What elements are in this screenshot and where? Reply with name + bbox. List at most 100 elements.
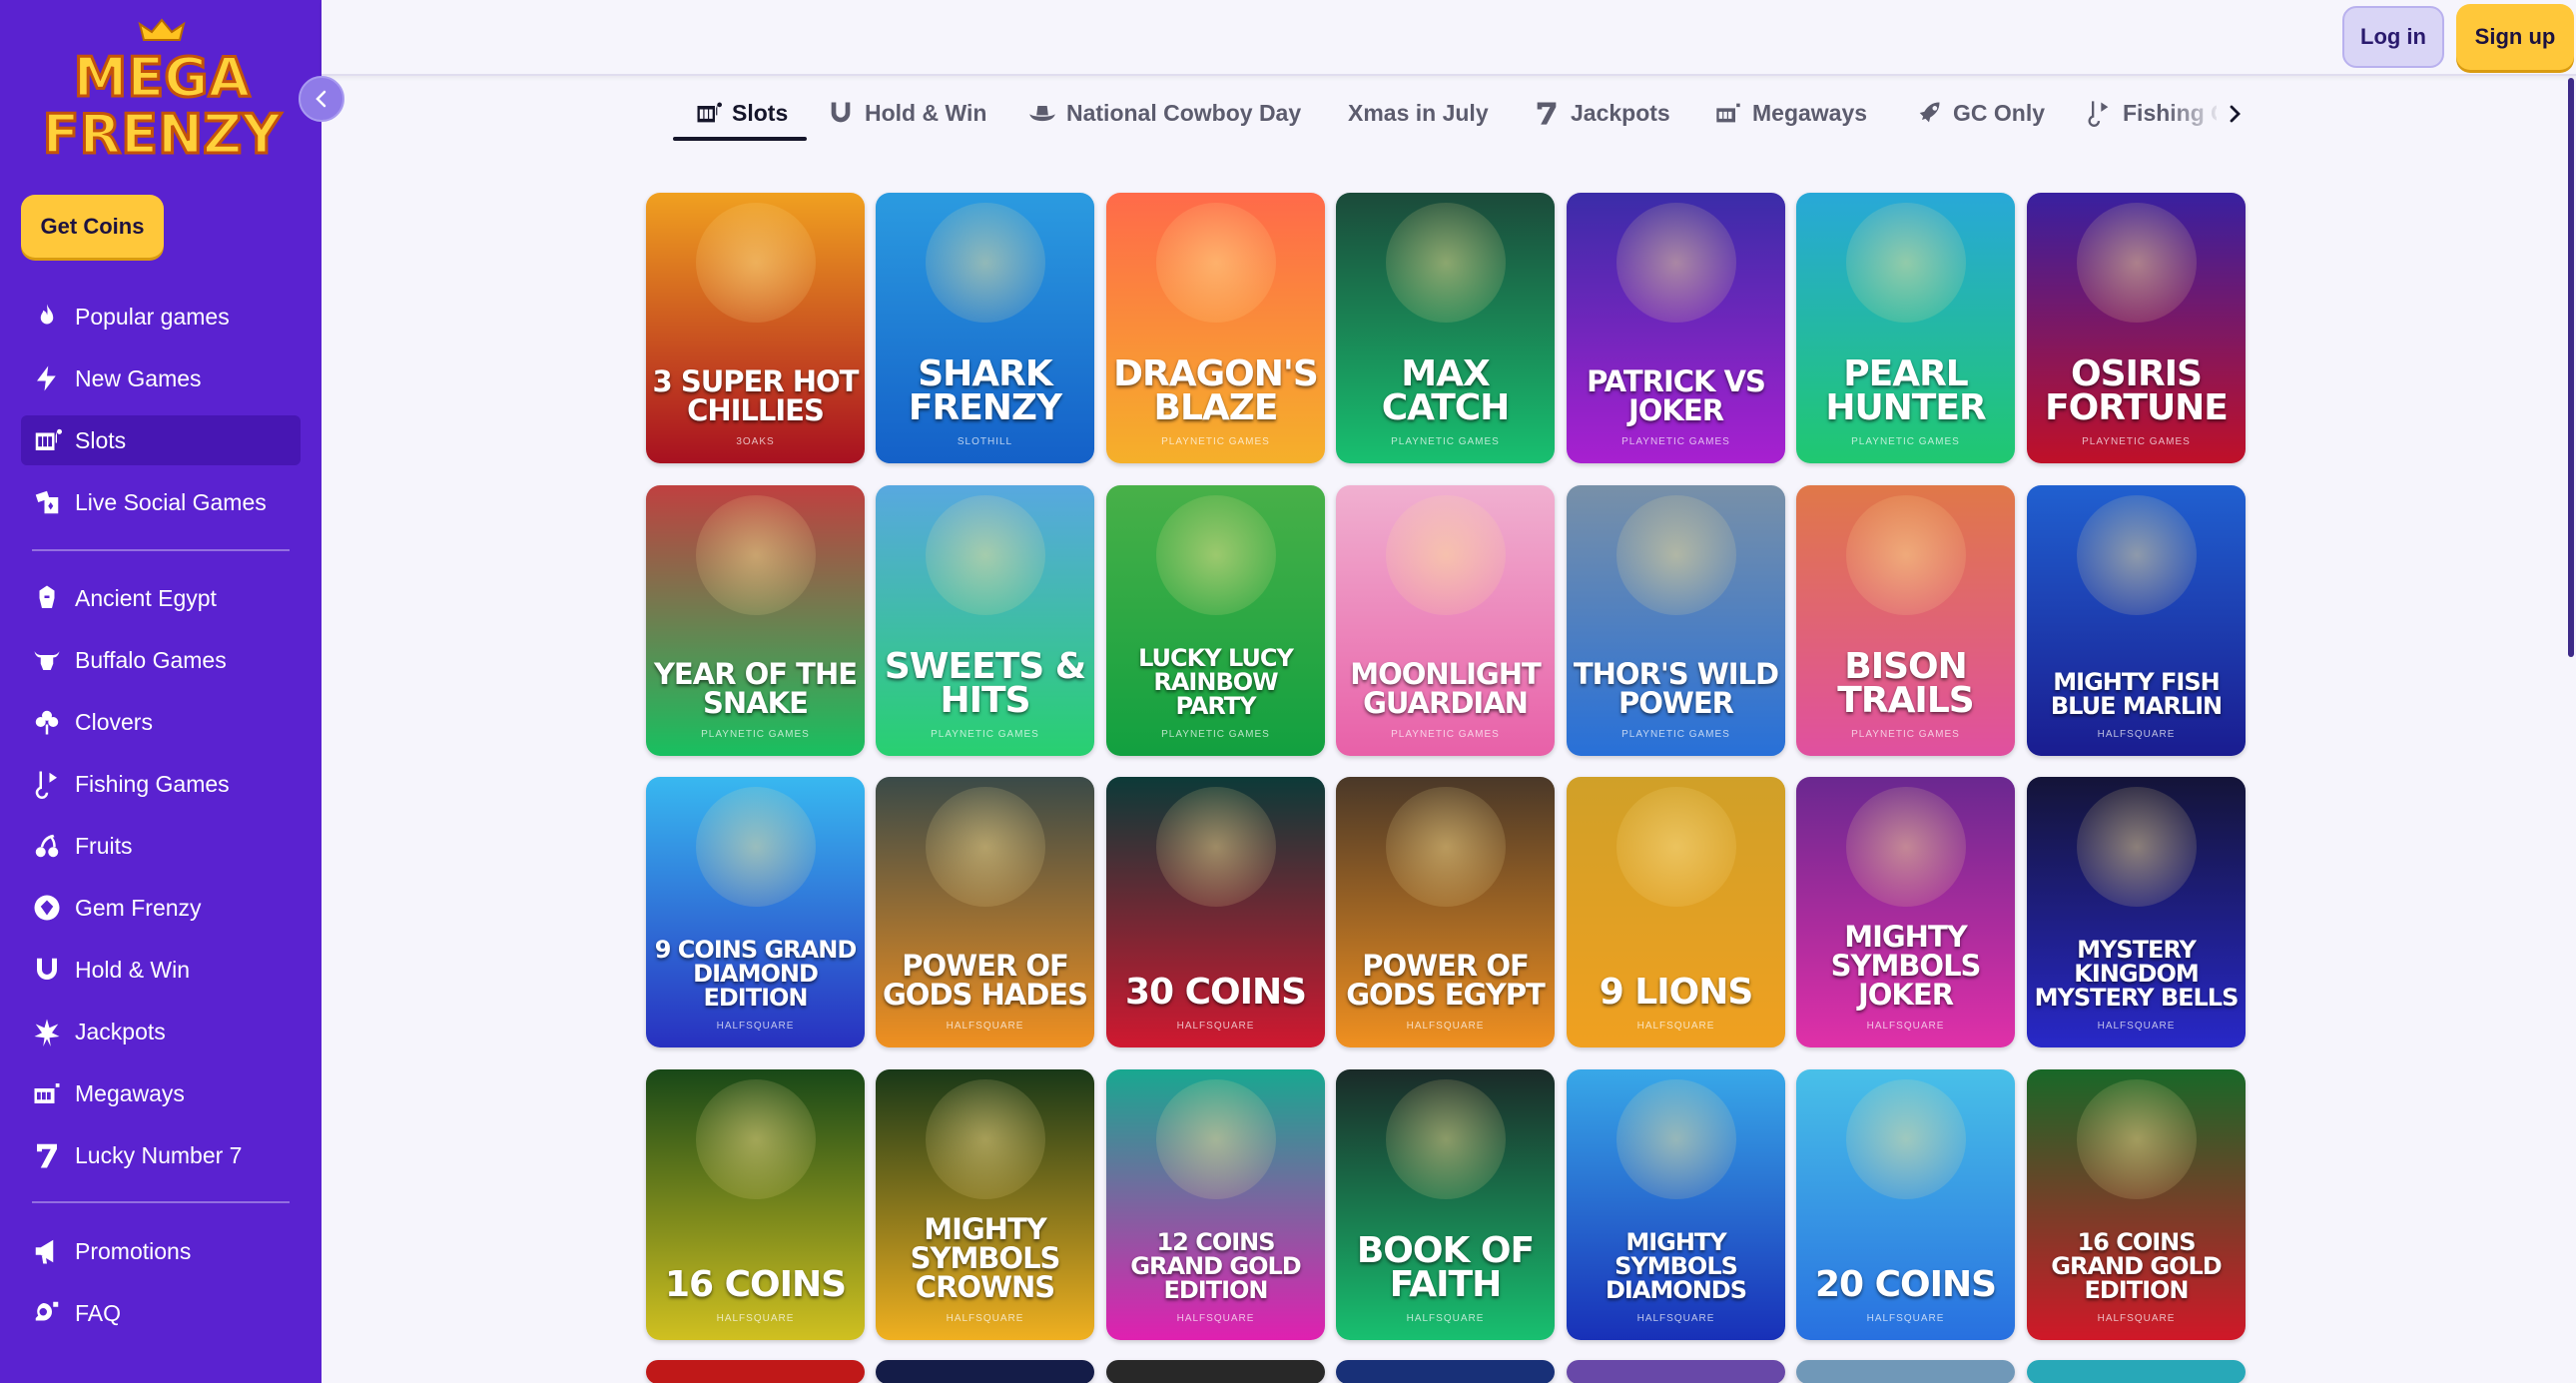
game-tile[interactable]: THOR'S WILD POWER PLAYNETIC GAMES (1567, 485, 1785, 756)
game-tile[interactable]: MIGHTY SYMBOLS JOKER HALFSQUARE (1796, 777, 2015, 1047)
game-provider: HALFSQUARE (946, 1313, 1024, 1324)
game-title: MIGHTY SYMBOLS DIAMONDS (1605, 1228, 1747, 1304)
game-provider: HALFSQUARE (1866, 1313, 1945, 1324)
sidebar-item-popular-games[interactable]: Popular games (21, 292, 301, 342)
game-tile[interactable]: MYSTERY KINGDOM MYSTERY BELLS HALFSQUARE (2027, 777, 2246, 1047)
game-provider: PLAYNETIC GAMES (1391, 436, 1500, 447)
sidebar-item-fishing-games[interactable]: Fishing Games (21, 759, 301, 809)
game-artwork (1845, 1079, 1966, 1200)
sidebar-item-live-social-games[interactable]: Live Social Games (21, 477, 301, 527)
mega-frenzy-logo[interactable]: MEGA FRENZY (40, 18, 285, 168)
game-tile[interactable]: 16 COINS HALFSQUARE (646, 1069, 865, 1340)
sidebar-item-clovers[interactable]: Clovers (21, 697, 301, 747)
game-tile[interactable] (1106, 1360, 1325, 1383)
game-tile[interactable] (1567, 1360, 1785, 1383)
scrollbar-thumb[interactable] (2568, 78, 2574, 657)
sidebar-item-buffalo-games[interactable]: Buffalo Games (21, 635, 301, 685)
game-tile[interactable] (1336, 1360, 1555, 1383)
sidebar-item-label: Megaways (75, 1079, 185, 1106)
megaways-icon (1716, 103, 1740, 123)
sidebar-item-megaways[interactable]: Megaways (21, 1068, 301, 1118)
clover-icon (31, 706, 63, 738)
game-tile[interactable] (876, 1360, 1094, 1383)
game-tile[interactable]: MIGHTY SYMBOLS CROWNS HALFSQUARE (876, 1069, 1094, 1340)
game-tile[interactable]: PEARL HUNTER PLAYNETIC GAMES (1796, 193, 2015, 463)
game-title: 16 COINS (664, 1264, 847, 1305)
sidebar-item-hold-and-win[interactable]: Hold & Win (21, 945, 301, 995)
sidebar-item-label: Hold & Win (75, 956, 191, 983)
game-tile[interactable]: 20 COINS HALFSQUARE (1796, 1069, 2015, 1340)
game-tile[interactable]: 3 SUPER HOT CHILLIES 3OAKS (646, 193, 865, 463)
sidebar-item-label: Popular games (75, 303, 230, 330)
tab-xmas-in-july[interactable]: Xmas in July (1348, 86, 1489, 140)
tab-hold-and-win[interactable]: Hold & Win (827, 86, 986, 140)
signup-button[interactable]: Sign up (2456, 4, 2574, 70)
sidebar-item-ancient-egypt[interactable]: Ancient Egypt (21, 573, 301, 623)
game-tile[interactable]: BOOK OF FAITH HALFSQUARE (1336, 1069, 1555, 1340)
game-tile[interactable]: MIGHTY FISH BLUE MARLIN HALFSQUARE (2027, 485, 2246, 756)
game-tile[interactable]: MIGHTY SYMBOLS DIAMONDS HALFSQUARE (1567, 1069, 1785, 1340)
game-artwork (1385, 1079, 1506, 1200)
game-title: 12 COINS GRAND GOLD EDITION (1130, 1228, 1301, 1304)
tabs-scroll-right-button[interactable] (2217, 96, 2253, 132)
game-tile[interactable]: 9 COINS GRAND DIAMOND EDITION HALFSQUARE (646, 777, 865, 1047)
game-tile[interactable]: PATRICK VS JOKER PLAYNETIC GAMES (1567, 193, 1785, 463)
game-tile[interactable]: YEAR OF THE SNAKE PLAYNETIC GAMES (646, 485, 865, 756)
game-provider: PLAYNETIC GAMES (931, 729, 1039, 740)
game-tile[interactable]: BISON TRAILS PLAYNETIC GAMES (1796, 485, 2015, 756)
game-artwork (1615, 495, 1736, 616)
sidebar-item-jackpots[interactable]: Jackpots (21, 1007, 301, 1056)
game-provider: HALFSQUARE (716, 1313, 795, 1324)
game-title: SHARK FRENZY (908, 353, 1062, 428)
game-tile[interactable]: 30 COINS HALFSQUARE (1106, 777, 1325, 1047)
game-tile[interactable] (2027, 1360, 2246, 1383)
game-artwork (925, 1079, 1045, 1200)
game-tile[interactable]: MAX CATCH PLAYNETIC GAMES (1336, 193, 1555, 463)
sidebar-item-gem-frenzy[interactable]: Gem Frenzy (21, 883, 301, 933)
game-title: MYSTERY KINGDOM MYSTERY BELLS (2034, 936, 2240, 1012)
game-artwork (1615, 1079, 1736, 1200)
game-artwork (1155, 787, 1276, 908)
game-tile[interactable]: LUCKY LUCY RAINBOW PARTY PLAYNETIC GAMES (1106, 485, 1325, 756)
tab-jackpots[interactable]: Jackpots (1533, 86, 1670, 140)
tab-label: Xmas in July (1348, 99, 1489, 126)
game-tile[interactable]: SHARK FRENZY SLOTHILL (876, 193, 1094, 463)
tab-slots[interactable]: Slots (694, 86, 788, 140)
sidebar-item-fruits[interactable]: Fruits (21, 821, 301, 871)
game-tile[interactable]: POWER OF GODS HADES HALFSQUARE (876, 777, 1094, 1047)
game-title: MAX CATCH (1381, 353, 1511, 428)
sidebar-item-slots[interactable]: Slots (21, 415, 301, 465)
game-artwork (925, 203, 1045, 324)
cowboy-hat-icon (1029, 106, 1055, 122)
get-coins-button[interactable]: Get Coins (21, 195, 164, 258)
login-button[interactable]: Log in (2342, 6, 2444, 68)
game-tile[interactable]: OSIRIS FORTUNE PLAYNETIC GAMES (2027, 193, 2246, 463)
flame-icon (31, 301, 63, 333)
game-tile[interactable]: MOONLIGHT GUARDIAN PLAYNETIC GAMES (1336, 485, 1555, 756)
game-tile[interactable]: 12 COINS GRAND GOLD EDITION HALFSQUARE (1106, 1069, 1325, 1340)
game-artwork (1385, 495, 1506, 616)
game-tile[interactable]: POWER OF GODS EGYPT HALFSQUARE (1336, 777, 1555, 1047)
game-tile[interactable] (1796, 1360, 2015, 1383)
game-tile[interactable]: DRAGON'S BLAZE PLAYNETIC GAMES (1106, 193, 1325, 463)
fishing-icon (31, 768, 63, 800)
sidebar-collapse-button[interactable] (299, 76, 344, 122)
game-provider: 3OAKS (736, 436, 775, 447)
sidebar-item-promotions[interactable]: Promotions (21, 1226, 301, 1276)
tab-national-cowboy-day[interactable]: National Cowboy Day (1028, 86, 1301, 140)
game-tile[interactable]: SWEETS & HITS PLAYNETIC GAMES (876, 485, 1094, 756)
game-tile[interactable] (646, 1360, 865, 1383)
tab-gc-only[interactable]: GC Only (1915, 86, 2045, 140)
faq-icon (31, 1297, 63, 1329)
sidebar-divider (32, 1201, 290, 1203)
sidebar-item-new-games[interactable]: New Games (21, 353, 301, 403)
game-tile[interactable]: 9 LIONS HALFSQUARE (1567, 777, 1785, 1047)
tab-megaways[interactable]: Megaways (1714, 86, 1867, 140)
game-title: 9 LIONS (1599, 972, 1754, 1013)
game-artwork (1155, 203, 1276, 324)
game-tile[interactable]: 16 COINS GRAND GOLD EDITION HALFSQUARE (2027, 1069, 2246, 1340)
sidebar-item-lucky-number-7[interactable]: Lucky Number 7 (21, 1130, 301, 1180)
game-artwork (1845, 787, 1966, 908)
game-artwork (695, 787, 816, 908)
sidebar-item-faq[interactable]: FAQ (21, 1288, 301, 1338)
